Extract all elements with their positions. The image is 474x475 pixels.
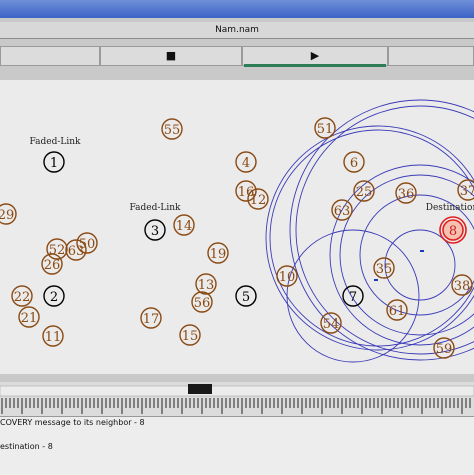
node-36[interactable]: 36: [396, 183, 416, 203]
node-17[interactable]: 17: [141, 308, 161, 328]
nodes-layer: 1235785551461612253637631429526350261910…: [0, 118, 474, 358]
node-1[interactable]: 1: [44, 152, 64, 172]
node-59[interactable]: 59: [434, 338, 454, 358]
node-14[interactable]: 14: [174, 215, 194, 235]
node-61[interactable]: 61: [387, 300, 407, 320]
node-22[interactable]: 22: [12, 286, 32, 306]
node-label: 2: [50, 290, 58, 305]
packet: [374, 279, 378, 281]
node-label: 38: [454, 279, 471, 294]
node-label: 63: [334, 204, 351, 219]
node-55[interactable]: 55: [162, 119, 182, 139]
node-label: 5: [242, 290, 250, 305]
node-label: 55: [164, 123, 181, 138]
play-button[interactable]: ▶: [242, 46, 388, 66]
annotation-label: Destination: [426, 203, 474, 213]
node-12[interactable]: 12: [248, 189, 268, 209]
window-title-bar: [0, 0, 474, 18]
node-35[interactable]: 35: [374, 258, 394, 278]
node-19[interactable]: 19: [208, 243, 228, 263]
node-label: 61: [389, 304, 406, 319]
timeline-ruler: [0, 376, 474, 416]
node-label: 4: [242, 156, 250, 171]
network-topology: 1235785551461612253637631429526350261910…: [0, 80, 474, 374]
node-label: 6: [350, 156, 358, 171]
timeline-thumb[interactable]: [188, 384, 212, 394]
node-label: 35: [376, 262, 393, 277]
network-animation-canvas[interactable]: 1235785551461612253637631429526350261910…: [0, 80, 474, 374]
node-50[interactable]: 50: [77, 233, 97, 253]
node-label: 22: [14, 290, 31, 305]
node-7[interactable]: 7: [343, 286, 363, 306]
node-label: 56: [194, 296, 211, 311]
node-label: 26: [44, 258, 61, 273]
node-label: 10: [279, 270, 296, 285]
message-panel: COVERY message to its neighbor - 8 estin…: [0, 416, 474, 475]
node-8[interactable]: 8: [440, 217, 466, 243]
node-38[interactable]: 38: [452, 275, 472, 295]
node-label: 17: [143, 312, 160, 327]
timeline-slider[interactable]: [0, 376, 474, 416]
node-label: 13: [198, 278, 215, 293]
stop-button[interactable]: ■: [100, 46, 242, 66]
node-label: 29: [0, 208, 14, 223]
window-title: Nam.nam: [0, 22, 474, 39]
annotation-label: Faded-Link: [130, 203, 182, 213]
node-5[interactable]: 5: [236, 286, 256, 306]
transmission-range-ring: [360, 195, 474, 315]
node-label: 25: [356, 185, 373, 200]
node-11[interactable]: 11: [43, 326, 63, 346]
node-63[interactable]: 63: [332, 200, 352, 220]
node-label: 3: [151, 224, 159, 239]
node-label: 8: [449, 224, 457, 239]
node-label: 11: [45, 330, 62, 345]
packet: [420, 250, 424, 252]
node-4[interactable]: 4: [236, 152, 256, 172]
node-29[interactable]: 29: [0, 204, 16, 224]
node-label: 54: [323, 317, 340, 332]
message-line-2: estination - 8: [0, 442, 53, 451]
node-21[interactable]: 21: [19, 307, 39, 327]
fast-forward-button[interactable]: [388, 46, 474, 66]
message-line-1: COVERY message to its neighbor - 8: [0, 418, 145, 427]
node-label: 7: [349, 290, 357, 305]
node-label: 51: [317, 122, 334, 137]
node-label: 59: [436, 342, 453, 357]
node-label: 12: [250, 193, 267, 208]
node-2[interactable]: 2: [44, 286, 64, 306]
node-label: 36: [398, 187, 415, 202]
node-15[interactable]: 15: [180, 325, 200, 345]
node-label: 14: [176, 219, 193, 234]
node-label: 1: [50, 156, 58, 171]
node-label: 37: [460, 184, 474, 199]
node-51[interactable]: 51: [315, 118, 335, 138]
node-label: 15: [182, 329, 199, 344]
node-label: 19: [210, 247, 227, 262]
node-label: 50: [79, 237, 96, 252]
node-label: 21: [21, 311, 38, 326]
node-6[interactable]: 6: [344, 152, 364, 172]
node-56[interactable]: 56: [192, 292, 212, 312]
play-indicator-bar: [244, 64, 386, 67]
node-37[interactable]: 37: [458, 180, 474, 200]
node-3[interactable]: 3: [145, 220, 165, 240]
playback-controls: ■ ▶: [0, 46, 474, 68]
rewind-button[interactable]: [0, 46, 100, 66]
node-13[interactable]: 13: [196, 274, 216, 294]
node-10[interactable]: 10: [277, 266, 297, 286]
annotation-label: Faded-Link: [30, 137, 82, 147]
